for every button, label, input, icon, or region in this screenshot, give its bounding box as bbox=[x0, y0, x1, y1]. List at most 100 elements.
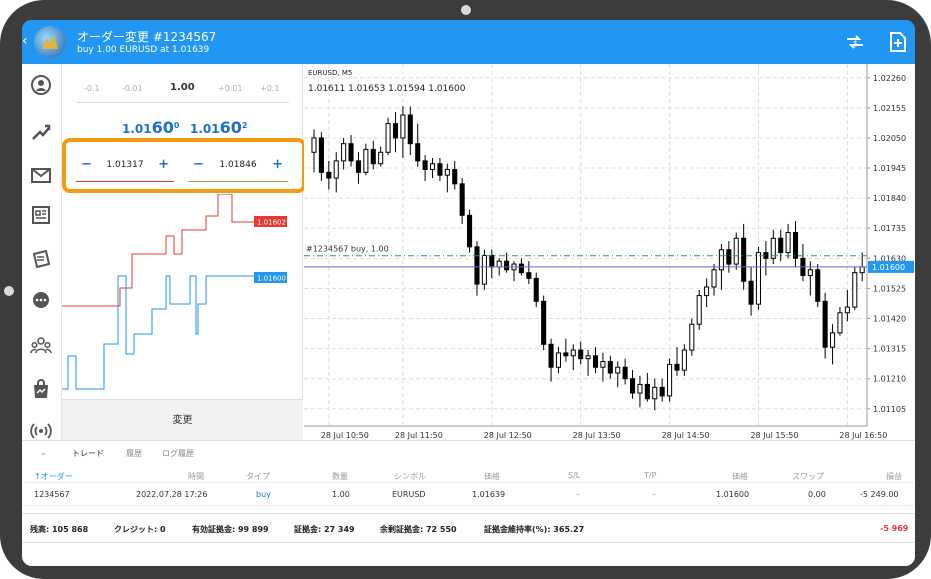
candle-body bbox=[370, 148, 376, 165]
top-bar: ‹ オーダー変更 #1234567 buy 1.00 EURUSD at 1.0… bbox=[22, 20, 915, 64]
col-price[interactable]: 価格 bbox=[484, 471, 500, 482]
candle-body bbox=[526, 272, 532, 279]
candle-body bbox=[778, 237, 784, 254]
cell-time: 2022.07.28 17:26 bbox=[136, 490, 208, 499]
page-subtitle: buy 1.00 EURUSD at 1.01639 bbox=[77, 45, 210, 55]
col-symbol[interactable]: シンボル bbox=[394, 471, 426, 482]
candle-body bbox=[437, 163, 443, 176]
mail-icon[interactable] bbox=[30, 164, 52, 186]
volume-plus-0-01[interactable]: +0.01 bbox=[218, 84, 243, 93]
y-tick-label: 1.01525 bbox=[873, 284, 906, 293]
collapse-chevron-icon[interactable]: ⌄ bbox=[40, 448, 47, 457]
candle-body bbox=[348, 143, 354, 162]
candle-body bbox=[704, 286, 710, 297]
ask-price: 1.01602 bbox=[190, 118, 248, 137]
volume-selector: -0.1 -0.01 1.00 +0.01 +0.1 bbox=[62, 80, 303, 100]
chart-ohlc: 1.01611 1.01653 1.01594 1.01600 bbox=[308, 84, 466, 94]
summary-margin: 証拠金: 27 349 bbox=[294, 525, 355, 534]
cell-order: 1234567 bbox=[34, 490, 70, 499]
candle-body bbox=[755, 252, 762, 305]
candle-body bbox=[518, 263, 524, 274]
col-volume[interactable]: 数量 bbox=[332, 471, 348, 482]
candle-body bbox=[844, 306, 850, 314]
side-button bbox=[4, 286, 14, 296]
col-tp[interactable]: T/P bbox=[644, 471, 656, 480]
cell-swap: 0.00 bbox=[808, 490, 826, 499]
candle-body bbox=[378, 151, 384, 165]
candle-body bbox=[444, 168, 450, 176]
candle-body bbox=[585, 355, 591, 360]
bid-tick-line bbox=[62, 275, 254, 390]
y-tick-label: 1.01105 bbox=[873, 405, 906, 414]
candle-body bbox=[400, 114, 406, 139]
cell-symbol: EURUSD bbox=[392, 490, 426, 499]
col-time[interactable]: 時間 bbox=[188, 471, 204, 482]
trade-arrows-icon[interactable]: $ bbox=[844, 31, 866, 53]
col-type[interactable]: タイプ bbox=[246, 471, 270, 482]
volume-minus-0-01[interactable]: -0.01 bbox=[122, 84, 143, 93]
cell-tp: – bbox=[652, 490, 656, 499]
calendar-icon[interactable] bbox=[30, 248, 52, 270]
candle-body bbox=[607, 361, 613, 374]
modify-button[interactable]: 変更 bbox=[62, 399, 303, 440]
trade-chart-icon[interactable] bbox=[30, 120, 52, 142]
summary-margin-level: 証拠金維持率(%): 365.27 bbox=[484, 525, 585, 534]
signal-broadcast-icon[interactable] bbox=[30, 420, 52, 442]
candle-body bbox=[363, 148, 369, 173]
news-icon[interactable] bbox=[30, 204, 52, 226]
candle-body bbox=[859, 266, 865, 274]
candle-body bbox=[837, 312, 843, 334]
terminal-tabs: ⌄ トレード 履歴 ログ履歴 bbox=[22, 441, 915, 463]
table-row[interactable]: 1234567 2022.07.28 17:26 buy 1.00 EURUSD… bbox=[22, 486, 915, 506]
bid-price: 1.01600 bbox=[122, 118, 180, 137]
candle-body bbox=[533, 277, 539, 302]
volume-value[interactable]: 1.00 bbox=[170, 82, 195, 93]
market-bag-icon[interactable] bbox=[30, 378, 52, 400]
candle-body bbox=[318, 137, 324, 173]
candle-body bbox=[830, 332, 836, 348]
svg-text:$: $ bbox=[853, 39, 858, 48]
candle-body bbox=[852, 272, 858, 308]
community-icon[interactable] bbox=[30, 334, 52, 356]
candle-body bbox=[741, 237, 747, 282]
col-sl[interactable]: S/L bbox=[568, 471, 580, 480]
y-tick-label: 1.02260 bbox=[873, 74, 906, 83]
x-tick-label: 28 Jul 16:50 bbox=[839, 431, 887, 440]
candle-body bbox=[615, 366, 621, 374]
candle-body bbox=[341, 143, 347, 162]
ask-price-tag: 1.01602 bbox=[257, 219, 286, 227]
col-swap[interactable]: スワップ bbox=[792, 471, 824, 482]
quotes-icon[interactable] bbox=[30, 74, 52, 96]
volume-plus-0-1[interactable]: +0.1 bbox=[260, 84, 279, 93]
summary-total-profit: -5 969 bbox=[880, 524, 909, 533]
ask-tick-line bbox=[62, 194, 254, 307]
chat-icon[interactable] bbox=[30, 290, 52, 312]
summary-free-margin: 余剰証拠金: 72 550 bbox=[380, 525, 457, 534]
candle-body bbox=[311, 137, 317, 153]
tab-trade[interactable]: トレード bbox=[72, 448, 104, 459]
new-order-icon[interactable] bbox=[887, 31, 909, 53]
table-header: ↑オーダー 時間 タイプ 数量 シンボル 価格 S/L T/P 価格 スワップ … bbox=[22, 467, 915, 483]
candle-body bbox=[407, 114, 413, 145]
candle-body bbox=[570, 349, 576, 357]
candle-body bbox=[548, 343, 554, 368]
bid-price-tag: 1.01600 bbox=[257, 275, 286, 283]
tab-history[interactable]: 履歴 bbox=[126, 448, 142, 459]
candle-body bbox=[622, 366, 628, 380]
candle-body bbox=[578, 349, 584, 360]
col-profit[interactable]: 損益 bbox=[886, 471, 902, 482]
candle-body bbox=[659, 386, 665, 397]
tab-log[interactable]: ログ履歴 bbox=[162, 448, 194, 459]
back-chevron-icon[interactable]: ‹ bbox=[22, 33, 28, 49]
candle-body bbox=[711, 269, 717, 288]
x-tick-label: 28 Jul 10:50 bbox=[321, 431, 369, 440]
order-line-label: #1234567 buy, 1.00 bbox=[306, 245, 389, 254]
volume-minus-0-1[interactable]: -0.1 bbox=[84, 84, 100, 93]
candlestick-chart[interactable]: 1.02260 1.02155 1.02050 1.01945 1.01840 1.017… bbox=[304, 64, 915, 440]
col-current-price[interactable]: 価格 bbox=[732, 471, 748, 482]
sl-tp-highlight-box bbox=[62, 138, 306, 193]
candle-body bbox=[467, 214, 473, 248]
candle-body bbox=[333, 160, 339, 179]
col-order[interactable]: ↑オーダー bbox=[34, 471, 73, 482]
cell-profit: -5 249.00 bbox=[860, 490, 899, 499]
